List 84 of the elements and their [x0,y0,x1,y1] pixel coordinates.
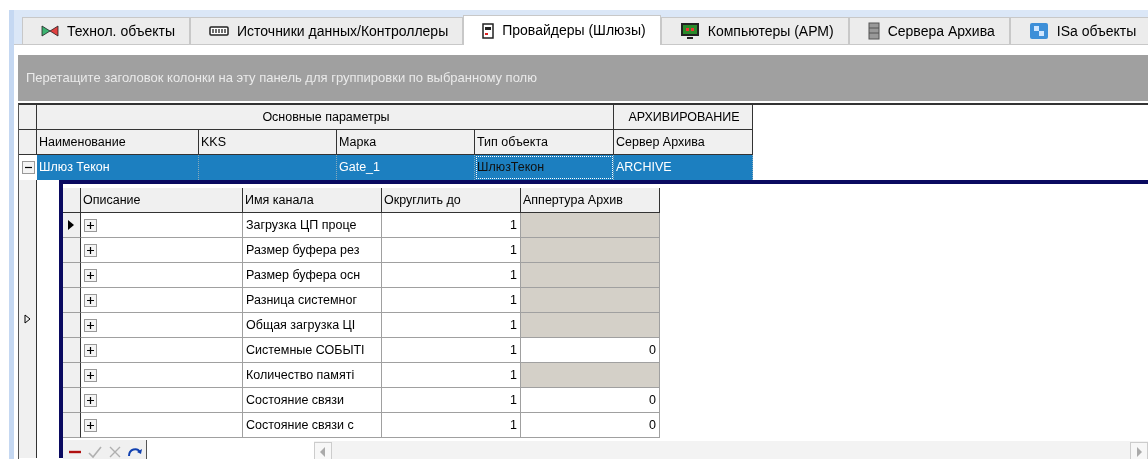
row-indicator[interactable] [63,213,81,238]
plus-icon [87,271,94,279]
tab[interactable]: Технол. объекты [22,17,191,44]
table-cell: Шлюз Текон [37,155,199,180]
table-cell: 1 [382,388,521,413]
table-cell: Размер буфера рез [243,238,382,263]
expand-button[interactable] [84,318,97,332]
blocks-icon [1028,22,1049,40]
table-cell: Количество памяті [243,363,382,388]
column-header[interactable]: Марка [337,130,475,155]
minus-icon [24,164,32,171]
expand-button[interactable] [84,393,97,407]
group-panel-hint: Перетащите заголовок колонки на эту панель для группировки по выбранному полю [26,69,537,88]
plus-icon [87,321,94,329]
valve-icon [41,25,59,37]
table-cell: 1 [382,238,521,263]
expand-button[interactable] [84,368,97,382]
table-cell: 1 [382,313,521,338]
plus-icon [87,296,94,304]
row-indicator[interactable] [63,338,81,363]
table-cell: ARCHIVE [614,155,753,180]
column-header[interactable]: Описание [81,188,243,213]
table-cell: Состояние связи [243,388,382,413]
module-icon [209,26,230,36]
tab[interactable]: Провайдеры (Шлюзы) [463,15,661,45]
left-arrow-icon [320,446,326,457]
row-indicator-icon [24,314,31,324]
plus-icon [87,421,94,429]
row-indicator[interactable] [63,363,81,388]
column-header[interactable]: Имя канала [243,188,382,213]
expand-button[interactable] [84,343,97,357]
table-cell: Разница системног [243,288,382,313]
table-cell: Размер буфера осн [243,263,382,288]
table-cell: 1 [382,288,521,313]
table-cell: 1 [382,363,521,388]
table-cell: 1 [382,338,521,363]
tab[interactable]: Сервера Архива [848,17,1010,44]
table-cell: 1 [382,413,521,438]
table-cell: 1 [382,263,521,288]
table-cell: 0 [521,388,660,413]
column-header[interactable]: Тип объекта [475,130,614,155]
plus-icon [87,346,94,354]
tab[interactable]: Источники данных/Контроллеры [190,17,464,44]
table-cell: Системные СОБЫТІ [243,338,382,363]
expand-button[interactable] [84,418,97,432]
table-cell: 1 [382,213,521,238]
collapse-button[interactable] [21,161,35,174]
column-header[interactable]: Аппертура Архив [521,188,660,213]
plus-icon [87,221,94,229]
expand-button[interactable] [84,293,97,307]
table-cell: Общая загрузка ЦІ [243,313,382,338]
table-cell: 0 [521,338,660,363]
table-cell: Gate_1 [337,155,475,180]
current-row-icon [67,219,75,231]
monitor-icon [679,22,700,40]
right-arrow-icon [1136,446,1142,457]
band-header[interactable]: АРХИВИРОВАНИЕ [614,105,753,130]
table-cell: ШлюзТекон [475,155,614,180]
device-icon [482,22,495,39]
server-icon [867,22,880,40]
expand-button[interactable] [84,268,97,282]
column-header[interactable]: Сервер Архива [614,130,753,155]
tab[interactable]: ISa объекты [1009,17,1148,44]
row-indicator[interactable] [63,388,81,413]
row-indicator[interactable] [63,413,81,438]
table-cell: Загрузка ЦП проце [243,213,382,238]
table-cell: Состояние связи с [243,413,382,438]
row-indicator[interactable] [63,288,81,313]
column-header[interactable]: Округлить до [382,188,521,213]
expand-button[interactable] [84,218,97,232]
header-corner [63,188,81,213]
row-indicator[interactable] [63,313,81,338]
plus-icon [87,396,94,404]
column-header[interactable]: KKS [199,130,337,155]
column-header[interactable]: Наименование [37,130,199,155]
band-header[interactable]: Основные параметры [37,105,614,130]
row-indicator[interactable] [63,263,81,288]
expand-button[interactable] [84,243,97,257]
row-indicator[interactable] [63,238,81,263]
table-cell: 0 [521,413,660,438]
plus-icon [87,371,94,379]
tab[interactable]: Компьютеры (АРМ) [660,17,849,44]
plus-icon [87,246,94,254]
minus-icon [67,449,82,454]
